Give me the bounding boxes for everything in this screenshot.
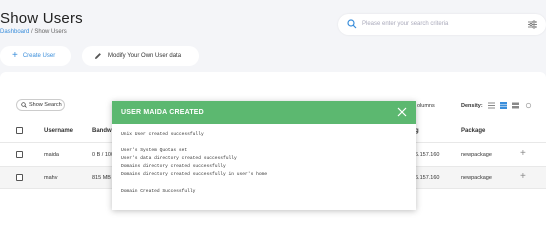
bandwidth-cell: 815 MB [92, 175, 111, 181]
dialog-header: USER MAIDA CREATED [112, 101, 416, 124]
modify-user-data-button[interactable]: Modify Your Own User data [82, 46, 199, 66]
plus-icon: + [12, 50, 18, 61]
density-label: Density: [461, 103, 483, 109]
breadcrumb-dashboard-link[interactable]: Dashboard [0, 29, 29, 35]
column-header-bandwidth[interactable]: Bandwi [92, 128, 113, 134]
breadcrumb-current: Show Users [34, 29, 67, 35]
username-cell: mahv [44, 175, 58, 181]
create-user-button[interactable]: + Create User [0, 46, 71, 66]
density-compact-icon[interactable] [488, 102, 495, 109]
bandwidth-cell: 0 B / 100 [92, 152, 115, 158]
density-standard-icon[interactable] [500, 102, 507, 109]
log-line: Domains directory created successfully [121, 164, 226, 170]
username-cell: maida [44, 152, 59, 158]
log-line: Domains directory created successfully i… [121, 172, 268, 178]
dialog-log: Unix User created successfully User's Sy… [112, 124, 416, 203]
ip-cell: 6.157.160 [415, 175, 440, 181]
add-icon[interactable]: + [520, 149, 526, 159]
show-search-button[interactable]: Show Search [16, 99, 65, 111]
page-title: Show Users [0, 10, 83, 27]
search-icon [21, 102, 27, 108]
ip-cell: 6.157.160 [415, 152, 440, 158]
log-line: User's data directory created successful… [121, 156, 237, 162]
select-all-checkbox[interactable] [16, 127, 23, 134]
settings-icon[interactable] [525, 102, 532, 109]
dialog-title: USER MAIDA CREATED [121, 109, 204, 116]
modify-user-data-label: Modify Your Own User data [108, 53, 182, 59]
columns-button[interactable]: olumns [417, 103, 435, 109]
search-input[interactable]: Please enter your search criteria [338, 14, 546, 35]
package-cell: newpackage [461, 152, 492, 158]
density-comfortable-icon[interactable] [512, 102, 519, 109]
pencil-icon [95, 53, 101, 59]
row-checkbox[interactable] [16, 151, 23, 158]
log-line: User's System Quotas set [121, 148, 188, 154]
package-cell: newpackage [461, 175, 492, 181]
close-icon[interactable] [397, 107, 407, 117]
log-line: Domain Created Successfully [121, 188, 196, 194]
user-created-dialog: USER MAIDA CREATED Unix User created suc… [112, 101, 416, 210]
breadcrumb: Dashboard / Show Users [0, 29, 67, 35]
show-search-label: Show Search [29, 102, 62, 108]
search-icon [347, 19, 357, 29]
log-line: Unix User created successfully [121, 132, 204, 137]
row-checkbox[interactable] [16, 174, 23, 181]
add-icon[interactable]: + [520, 172, 526, 182]
search-placeholder: Please enter your search criteria [362, 21, 449, 27]
filter-icon[interactable] [528, 20, 537, 29]
column-header-username[interactable]: Username [44, 128, 73, 134]
create-user-label: Create User [22, 53, 56, 59]
column-header-package[interactable]: Package [461, 128, 485, 134]
